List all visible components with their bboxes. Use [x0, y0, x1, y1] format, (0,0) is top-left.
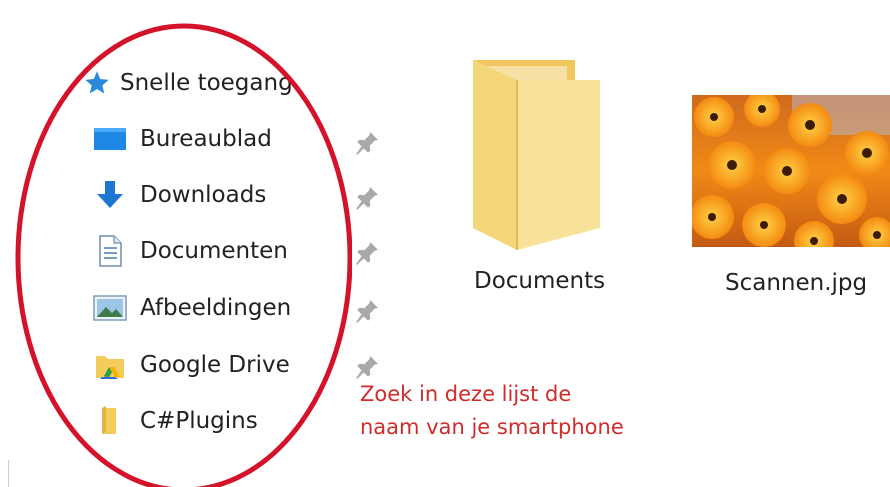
- file-item-scannen-thumbnail[interactable]: [692, 95, 890, 247]
- sidebar-item-label: Downloads: [140, 182, 267, 208]
- sidebar-item-afbeeldingen[interactable]: Afbeeldingen: [92, 288, 291, 328]
- file-name-scannen: Scannen.jpg: [725, 270, 868, 296]
- google-drive-folder-icon: [92, 347, 128, 383]
- document-icon: [92, 233, 128, 269]
- pin-icon[interactable]: [354, 130, 380, 156]
- flower-photo-thumbnail: [692, 95, 890, 247]
- sidebar-item-label: Documenten: [140, 238, 288, 264]
- pin-icon[interactable]: [354, 185, 380, 211]
- pin-icon[interactable]: [354, 354, 380, 380]
- sidebar-item-downloads[interactable]: Downloads: [92, 175, 266, 215]
- picture-icon: [92, 290, 128, 326]
- desktop-icon: [92, 121, 128, 157]
- quick-access-item[interactable]: Snelle toegang: [82, 66, 312, 100]
- file-explorer-window: Snelle toegang Bureaublad Downloads Docu…: [0, 0, 890, 487]
- sidebar-item-label: Google Drive: [140, 352, 290, 378]
- annotation-line-2: naam van je smartphone: [360, 415, 624, 439]
- download-arrow-icon: [92, 177, 128, 213]
- folder-icon: [473, 60, 600, 250]
- file-name-documents: Documents: [474, 268, 606, 294]
- sidebar-item-documenten[interactable]: Documenten: [92, 231, 288, 271]
- pin-icon[interactable]: [354, 298, 380, 324]
- quick-access-label: Snelle toegang: [120, 70, 293, 96]
- instruction-annotation: Zoek in deze lijst de naam van je smartp…: [360, 378, 624, 444]
- star-icon: [82, 68, 112, 98]
- sidebar-item-label: Bureaublad: [140, 126, 272, 152]
- pin-icon[interactable]: [354, 240, 380, 266]
- navigation-pane: Snelle toegang Bureaublad Downloads Docu…: [8, 0, 400, 460]
- annotation-line-1: Zoek in deze lijst de: [360, 382, 572, 406]
- sidebar-item-google-drive[interactable]: Google Drive: [92, 345, 290, 385]
- folder-icon: [92, 403, 128, 439]
- sidebar-item-label: C#Plugins: [140, 408, 258, 434]
- sidebar-item-csharp-plugins[interactable]: C#Plugins: [92, 401, 258, 441]
- sidebar-item-bureaublad[interactable]: Bureaublad: [92, 119, 272, 159]
- sidebar-item-label: Afbeeldingen: [140, 295, 292, 321]
